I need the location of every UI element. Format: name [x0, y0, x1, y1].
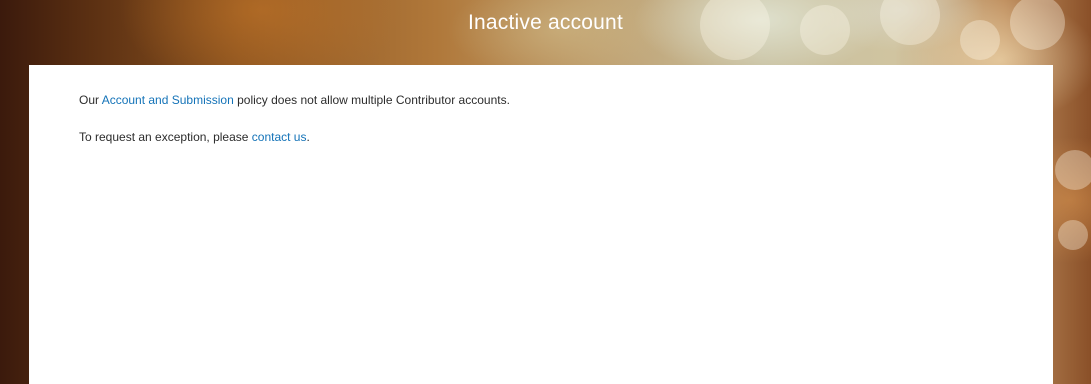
page-header: Inactive account [0, 0, 1091, 64]
exception-message: To request an exception, please contact … [79, 130, 310, 144]
contact-us-link[interactable]: contact us [252, 130, 307, 144]
account-submission-policy-link[interactable]: Account and Submission [102, 93, 234, 107]
policy-message-suffix: policy does not allow multiple Contribut… [233, 93, 510, 107]
exception-message-suffix: . [306, 130, 310, 144]
policy-message-prefix: Our [79, 93, 102, 107]
policy-message: Our Account and Submission policy does n… [79, 93, 510, 107]
content-panel: Our Account and Submission policy does n… [29, 65, 1053, 384]
bokeh-light [1055, 150, 1091, 190]
page-title: Inactive account [468, 11, 623, 34]
bokeh-light [1058, 220, 1088, 250]
exception-message-prefix: To request an exception, please [79, 130, 252, 144]
